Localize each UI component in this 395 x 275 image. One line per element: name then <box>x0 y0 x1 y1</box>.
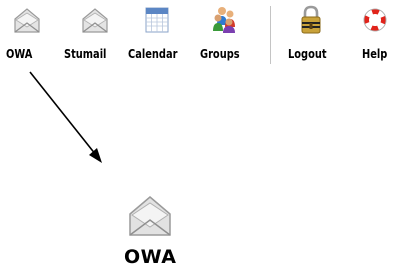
owa-zoomed-label: OWA <box>124 246 177 268</box>
pointer-arrow <box>29 71 102 163</box>
owa-zoomed-item[interactable]: OWA <box>110 188 190 270</box>
envelope-icon <box>122 188 178 244</box>
